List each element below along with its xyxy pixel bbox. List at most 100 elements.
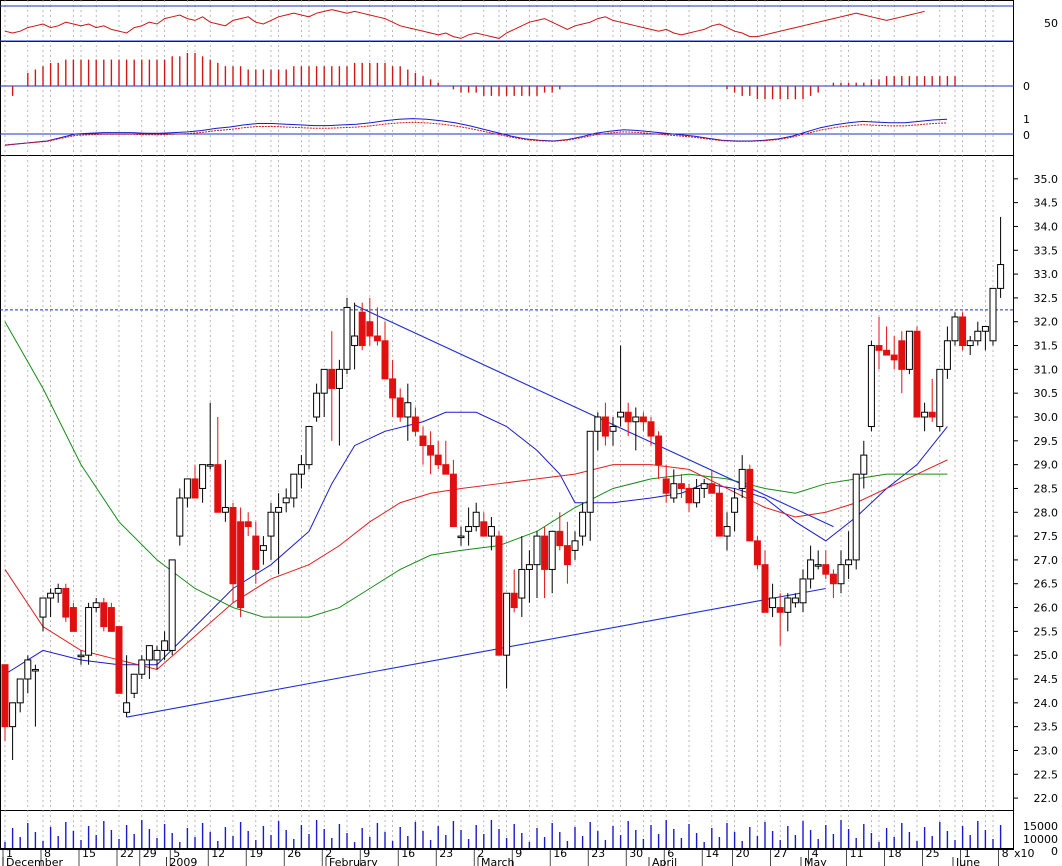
- day-tick-label: 15: [82, 847, 96, 860]
- month-tick-label: May: [804, 856, 827, 866]
- day-tick-label: 16: [401, 847, 415, 860]
- candle-body: [784, 597, 792, 613]
- candle-body: [503, 592, 511, 656]
- candle-body: [647, 421, 655, 437]
- price-tick-label: 29.0: [1034, 459, 1059, 472]
- month-tick-label: 2009: [169, 856, 197, 866]
- candle-body: [495, 535, 503, 656]
- candle-body: [822, 564, 830, 575]
- price-tick-label: 34.5: [1034, 197, 1059, 210]
- candle-body: [624, 411, 632, 423]
- trendline: [126, 587, 826, 718]
- candle-body: [525, 564, 533, 570]
- candle-body: [290, 473, 298, 499]
- candle-body: [442, 464, 450, 475]
- candle-body: [723, 526, 731, 537]
- day-tick-label: 19: [249, 847, 263, 860]
- price-tick-label: 22.5: [1034, 768, 1059, 781]
- price-tick-label: 28.0: [1034, 506, 1059, 519]
- candle-body: [305, 426, 313, 466]
- candle-body: [738, 468, 746, 489]
- day-tick-label: 30: [629, 847, 643, 860]
- day-tick-label: 18: [888, 847, 902, 860]
- candle-body: [457, 535, 465, 539]
- osc-line: [4, 9, 925, 39]
- candle-body: [883, 349, 891, 356]
- price-tick-label: 23.5: [1034, 721, 1059, 734]
- candle-body: [373, 335, 381, 342]
- candle-body: [510, 592, 518, 609]
- candle-body: [814, 564, 822, 567]
- candle-body: [769, 597, 777, 609]
- candle-body: [107, 607, 115, 632]
- day-tick-label: 27: [774, 847, 788, 860]
- candle-body: [693, 487, 701, 504]
- candle-body: [411, 416, 419, 432]
- candle-body: [677, 483, 685, 489]
- candle-body: [746, 468, 754, 542]
- candle-body: [85, 607, 93, 656]
- volume-tick-label: 0: [1051, 845, 1058, 858]
- macd-tick-label: 0: [1023, 129, 1030, 142]
- price-tick-label: 34.0: [1034, 220, 1059, 233]
- candle-body: [890, 354, 898, 361]
- candle-body: [533, 535, 541, 566]
- candle-body: [639, 416, 647, 423]
- candle-body: [943, 340, 951, 370]
- day-tick-label: 9: [515, 847, 522, 860]
- candle-body: [632, 416, 640, 423]
- candle-body: [449, 473, 457, 528]
- price-tick-label: 22.0: [1034, 792, 1059, 805]
- candle-body: [465, 526, 473, 532]
- candle-body: [168, 559, 176, 651]
- candle-body: [556, 530, 564, 547]
- month-tick-label: December: [6, 856, 64, 866]
- price-tick-label: 26.5: [1034, 578, 1059, 591]
- month-tick-label: February: [329, 856, 378, 866]
- candle-body: [434, 454, 442, 466]
- candle-body: [9, 702, 17, 728]
- month-tick-label: April: [652, 856, 677, 866]
- candle-body: [396, 397, 404, 418]
- day-tick-label: 8: [1002, 847, 1009, 860]
- candle-body: [335, 368, 343, 389]
- candle-body: [145, 645, 153, 661]
- price-tick-label: 29.5: [1034, 435, 1059, 448]
- month-tick-label: March: [481, 856, 515, 866]
- hist-tick-label: 0: [1023, 80, 1030, 93]
- candle-body: [936, 368, 944, 428]
- candle-body: [31, 668, 39, 672]
- trendline: [354, 304, 834, 528]
- price-tick-label: 30.0: [1034, 411, 1059, 424]
- price-tick-label: 24.5: [1034, 673, 1059, 686]
- candle-body: [229, 507, 237, 585]
- candle-body: [199, 464, 207, 489]
- price-tick-label: 33.0: [1034, 268, 1059, 281]
- candle-body: [594, 416, 602, 432]
- candle-body: [153, 649, 161, 661]
- price-tick-label: 32.5: [1034, 292, 1059, 305]
- candle-body: [472, 511, 480, 528]
- candle-body: [548, 530, 556, 570]
- candle-body: [206, 464, 214, 467]
- day-tick-label: 26: [287, 847, 301, 860]
- price-tick-label: 35.0: [1034, 173, 1059, 186]
- price-tick-label: 32.0: [1034, 316, 1059, 329]
- candle-body: [708, 483, 716, 494]
- candle-body: [480, 521, 488, 537]
- candle-body: [62, 587, 70, 618]
- candle-body: [161, 640, 169, 651]
- candle-body: [731, 497, 739, 513]
- candle-body: [974, 330, 982, 342]
- price-tick-label: 31.0: [1034, 363, 1059, 376]
- candle-body: [518, 568, 526, 599]
- candle-body: [579, 511, 587, 537]
- candle-body: [138, 659, 146, 675]
- day-tick-label: 29: [143, 847, 157, 860]
- candle-body: [404, 402, 412, 418]
- day-tick-label: 23: [591, 847, 605, 860]
- price-tick-label: 28.5: [1034, 482, 1059, 495]
- volume-tick-label: 15000: [1023, 820, 1058, 833]
- candle-body: [617, 411, 625, 418]
- candle-body: [100, 602, 108, 628]
